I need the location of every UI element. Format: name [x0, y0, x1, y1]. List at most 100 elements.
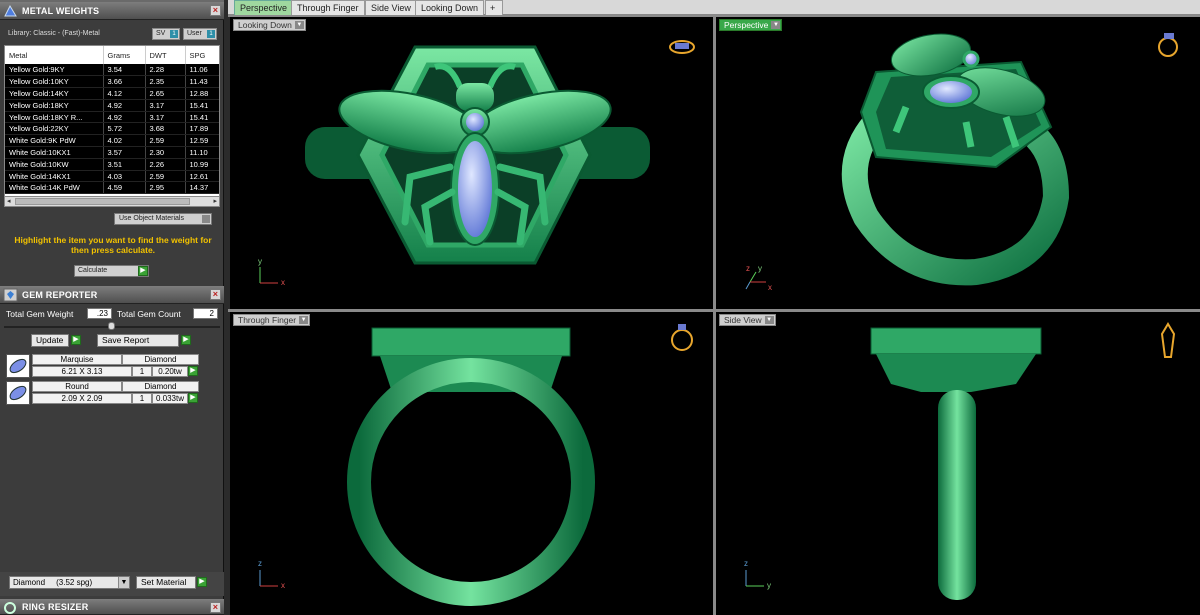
close-icon[interactable]: × — [210, 5, 221, 16]
metal-table-cell: Yellow Gold:10KY — [5, 75, 104, 89]
user-toggle[interactable]: User 1 — [183, 28, 217, 40]
metal-table-cell: 14.37 — [185, 181, 219, 195]
metal-table-header[interactable]: Grams — [103, 46, 146, 64]
metal-table-cell: 12.88 — [185, 87, 219, 100]
svg-text:x: x — [768, 283, 772, 292]
metal-weights-header[interactable]: METAL WEIGHTS × — [0, 2, 224, 20]
calculate-go-icon[interactable]: ▶ — [138, 266, 148, 276]
metal-table-cell: 2.26 — [145, 158, 186, 171]
gem-qty: 1 — [132, 393, 152, 404]
metal-table-cell: White Gold:14KX1 — [5, 170, 104, 183]
gem-go-icon[interactable]: ▶ — [188, 366, 198, 376]
table-row[interactable]: White Gold:14KX1 4.03 2.59 12.61 — [5, 170, 219, 183]
table-row[interactable]: White Gold:10KW 3.51 2.26 10.99 — [5, 158, 219, 171]
table-row[interactable]: Yellow Gold:18KY 4.92 3.17 15.41 — [5, 99, 219, 112]
table-row[interactable]: White Gold:14K PdW 4.59 2.95 14.37 — [5, 181, 219, 195]
set-material-button[interactable]: Set Material — [136, 576, 196, 589]
viewport-side-view[interactable]: z y Side View ▼ — [716, 312, 1200, 615]
viewport-looking-down[interactable]: y x Looking Down ▼ — [230, 17, 713, 309]
metal-table-cell: 11.43 — [185, 75, 219, 89]
total-gem-weight-field: .23 — [87, 308, 112, 319]
metal-table-scrollbar[interactable]: ◂ ▸ — [4, 196, 220, 207]
total-gem-weight-label: Total Gem Weight — [6, 309, 74, 319]
viewport-label-looking-down[interactable]: Looking Down ▼ — [233, 19, 306, 31]
metal-table-cell: 3.54 — [103, 64, 146, 77]
metal-table-cell: Yellow Gold:9KY — [5, 64, 104, 77]
viewport-label-through-finger[interactable]: Through Finger ▼ — [233, 314, 311, 326]
scrollbar-thumb[interactable] — [15, 198, 190, 205]
update-button[interactable]: Update — [31, 334, 69, 347]
add-tab-icon[interactable]: + — [485, 0, 503, 15]
metal-table-cell: 2.65 — [145, 87, 186, 100]
metal-table-header[interactable]: SPG — [185, 46, 219, 64]
metal-table-header[interactable]: DWT — [145, 46, 186, 64]
tab-looking-down[interactable]: Looking Down — [415, 0, 485, 15]
table-row[interactable]: Yellow Gold:22KY 5.72 3.68 17.89 — [5, 122, 219, 136]
viewport-perspective[interactable]: z y x Perspective ▼ — [716, 17, 1200, 309]
gem-shape: Marquise — [32, 354, 122, 365]
metal-table-cell: Yellow Gold:22KY — [5, 122, 104, 136]
close-icon[interactable]: × — [210, 602, 221, 613]
metal-table-cell: 3.57 — [103, 146, 146, 159]
svg-text:z: z — [744, 559, 748, 568]
gem-size: 2.09 X 2.09 — [32, 393, 132, 404]
svg-text:z: z — [258, 559, 262, 568]
table-row[interactable]: Yellow Gold:14KY 4.12 2.65 12.88 — [5, 87, 219, 100]
chevron-down-icon[interactable]: ▼ — [299, 316, 309, 324]
chevron-down-icon[interactable]: ▼ — [294, 21, 304, 29]
update-go-icon[interactable]: ▶ — [71, 335, 81, 345]
save-report-button[interactable]: Save Report — [97, 334, 179, 347]
ring-resizer-icon — [3, 601, 18, 615]
ring-resizer-header[interactable]: RING RESIZER × — [0, 599, 224, 615]
metal-table-cell: 2.59 — [145, 134, 186, 148]
table-row[interactable]: White Gold:9K PdW 4.02 2.59 12.59 — [5, 134, 219, 148]
ring-model-front-view: z x — [258, 324, 693, 606]
tab-perspective[interactable]: Perspective — [234, 0, 294, 15]
metal-table-cell: 15.41 — [185, 99, 219, 112]
close-icon[interactable]: × — [210, 289, 221, 300]
metal-table-cell: 12.61 — [185, 170, 219, 183]
gem-card-round[interactable]: Round Diamond 2.09 X 2.09 1 0.033tw ▶ — [6, 381, 199, 405]
chevron-down-icon[interactable]: ▼ — [771, 21, 781, 29]
checkbox-icon — [202, 215, 210, 223]
sv-toggle[interactable]: SV 1 — [152, 28, 180, 40]
save-report-go-icon[interactable]: ▶ — [181, 335, 191, 345]
table-row[interactable]: Yellow Gold:18KY R... 4.92 3.17 15.41 — [5, 111, 219, 124]
gem-totals-row: Total Gem Weight .23 Total Gem Count 2 — [0, 308, 224, 322]
scroll-right-icon[interactable]: ▸ — [213, 197, 217, 206]
metal-table-cell: 3.17 — [145, 111, 186, 124]
use-object-materials-button[interactable]: Use Object Materials — [114, 213, 212, 225]
gem-size: 6.21 X 3.13 — [32, 366, 132, 377]
gem-reporter-header[interactable]: GEM REPORTER × — [0, 286, 224, 304]
metal-table-cell: 3.51 — [103, 158, 146, 171]
gem-material: Diamond — [122, 381, 199, 392]
table-row[interactable]: White Gold:10KX1 3.57 2.30 11.10 — [5, 146, 219, 159]
gem-card-marquise[interactable]: Marquise Diamond 6.21 X 3.13 1 0.20tw ▶ — [6, 354, 199, 378]
svg-text:y: y — [767, 581, 771, 590]
metal-table-cell: White Gold:10KW — [5, 158, 104, 171]
chevron-down-icon[interactable]: ▼ — [118, 577, 129, 588]
set-material-go-icon[interactable]: ▶ — [197, 577, 207, 587]
table-row[interactable]: Yellow Gold:10KY 3.66 2.35 11.43 — [5, 75, 219, 89]
metal-table-cell: 10.99 — [185, 158, 219, 171]
table-row[interactable]: Yellow Gold:9KY 3.54 2.28 11.06 — [5, 64, 219, 77]
metal-table-cell: Yellow Gold:14KY — [5, 87, 104, 100]
chevron-down-icon[interactable]: ▼ — [764, 316, 774, 324]
metal-table-cell: 4.12 — [103, 87, 146, 100]
scroll-left-icon[interactable]: ◂ — [7, 197, 11, 206]
metal-table-cell: 11.06 — [185, 64, 219, 77]
metal-table[interactable]: Metal Grams DWT SPG Yellow Gold:9KY 3.54 2.28… — [4, 45, 220, 207]
viewport-label-perspective[interactable]: Perspective ▼ — [719, 19, 783, 31]
metal-table-cell: 3.68 — [145, 122, 186, 136]
svg-text:y: y — [258, 257, 262, 266]
metal-table-header[interactable]: Metal — [5, 46, 104, 64]
svg-text:x: x — [281, 581, 285, 590]
material-select[interactable]: Diamond (3.52 spg) ▼ — [9, 576, 130, 589]
viewport-through-finger[interactable]: z x Through Finger ▼ — [230, 312, 713, 615]
ring-resizer-title: RING RESIZER — [22, 602, 89, 612]
viewport-label-side-view[interactable]: Side View ▼ — [719, 314, 776, 326]
tab-side-view[interactable]: Side View — [365, 0, 417, 15]
gem-go-icon[interactable]: ▶ — [188, 393, 198, 403]
tab-through-finger[interactable]: Through Finger — [291, 0, 365, 15]
gem-slider-knob[interactable] — [108, 322, 115, 330]
